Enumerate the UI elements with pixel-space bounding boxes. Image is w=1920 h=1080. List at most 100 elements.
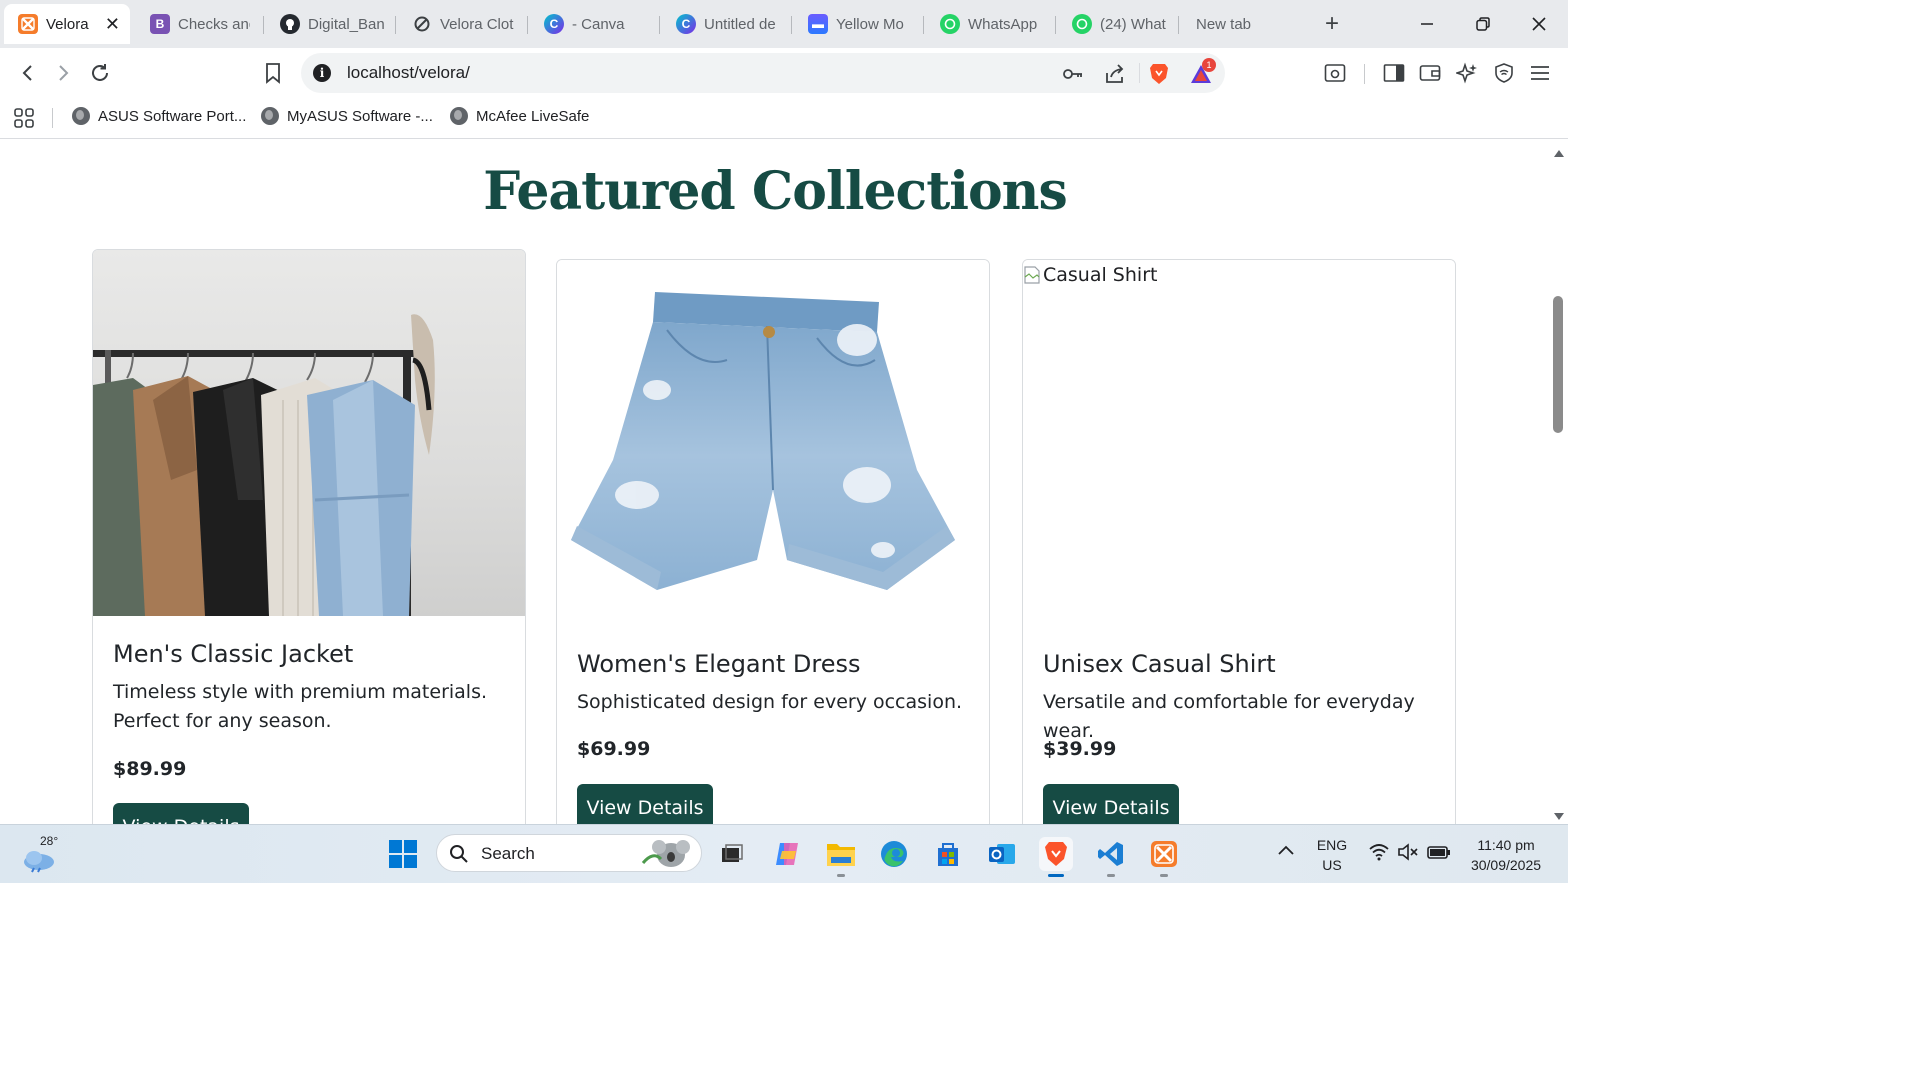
- apps-grid-icon[interactable]: [13, 107, 35, 134]
- view-details-button[interactable]: View Details: [1043, 784, 1179, 824]
- windows-start-icon[interactable]: [386, 837, 420, 871]
- page-viewport: Featured Collections Men's Classic Jacke…: [0, 139, 1550, 824]
- brave-taskbar-icon[interactable]: [1039, 837, 1073, 871]
- product-price: $39.99: [1043, 738, 1117, 760]
- wifi-icon[interactable]: [1368, 843, 1390, 866]
- screenshot-icon[interactable]: [1323, 61, 1347, 85]
- tab-yellow[interactable]: ▬ Yellow Mo: [794, 4, 922, 44]
- view-details-button[interactable]: View Details: [113, 803, 249, 824]
- bookmark-asus-software[interactable]: ASUS Software Port...: [72, 107, 246, 125]
- globe-icon: [450, 107, 468, 125]
- tab-untitled-design[interactable]: C Untitled de: [662, 4, 790, 44]
- clock[interactable]: 11:40 pm 30/09/2025: [1462, 835, 1550, 875]
- close-tab-icon[interactable]: ✕: [105, 14, 120, 35]
- close-window-button[interactable]: [1523, 8, 1555, 40]
- vpn-shield-icon[interactable]: [1492, 61, 1516, 85]
- leo-ai-icon[interactable]: [1455, 61, 1479, 85]
- denim-shorts-photo: [557, 260, 989, 626]
- product-title: Unisex Casual Shirt: [1043, 650, 1276, 678]
- menu-icon[interactable]: [1528, 61, 1552, 85]
- clock-time: 11:40 pm: [1477, 837, 1535, 853]
- broken-image-icon: [1024, 266, 1040, 284]
- address-url[interactable]: localhost/velora/: [347, 63, 470, 83]
- tab-label: WhatsApp: [968, 15, 1038, 33]
- minimize-button[interactable]: [1411, 8, 1443, 40]
- xampp-icon: [18, 14, 38, 34]
- product-price: $69.99: [577, 738, 651, 760]
- product-price: $89.99: [113, 758, 187, 780]
- battery-icon[interactable]: [1427, 844, 1451, 865]
- product-description: Sophisticated design for every occasion.: [577, 691, 963, 713]
- bootstrap-icon: B: [150, 14, 170, 34]
- language-code: ENG: [1316, 837, 1348, 853]
- outlook-icon[interactable]: [985, 837, 1019, 871]
- canva-icon: C: [676, 14, 696, 34]
- clothes-rack-photo: [93, 250, 525, 616]
- keyboard-layout: US: [1322, 857, 1342, 873]
- product-card-dress: Women's Elegant Dress Sophisticated desi…: [556, 259, 990, 824]
- forward-button[interactable]: [48, 58, 78, 88]
- search-placeholder: Search: [481, 844, 535, 863]
- tab-label: Velora: [46, 15, 89, 33]
- share-icon[interactable]: [1103, 62, 1127, 86]
- back-button[interactable]: [13, 58, 43, 88]
- bookmark-label: ASUS Software Port...: [98, 107, 247, 125]
- tab-whatsapp-2[interactable]: (24) Whats: [1058, 4, 1176, 44]
- vscode-icon[interactable]: [1094, 837, 1128, 871]
- site-info-icon[interactable]: i: [313, 64, 331, 82]
- scrollbar-thumb[interactable]: [1553, 296, 1563, 433]
- bookmark-label: McAfee LiveSafe: [476, 107, 590, 125]
- file-explorer-icon[interactable]: [824, 837, 858, 871]
- edge-icon[interactable]: [877, 837, 911, 871]
- whatsapp-icon: [1072, 14, 1092, 34]
- copilot-icon[interactable]: [770, 837, 804, 871]
- tab-label: New tab: [1196, 15, 1252, 33]
- tab-new-tab[interactable]: New tab: [1182, 4, 1302, 44]
- task-view-icon[interactable]: [715, 837, 749, 871]
- brave-shields-icon[interactable]: [1147, 62, 1171, 86]
- address-bar[interactable]: i localhost/velora/: [301, 53, 1225, 93]
- product-card-shirt: Casual Shirt Unisex Casual Shirt Versati…: [1022, 259, 1456, 824]
- tab-strip: Velora ✕ B Checks and Digital_Ban Velora…: [0, 0, 1568, 48]
- new-tab-button[interactable]: +: [1318, 10, 1346, 38]
- broken-image: Casual Shirt: [1023, 260, 1455, 626]
- tab-label: Untitled de: [704, 15, 776, 33]
- product-title: Men's Classic Jacket: [113, 640, 354, 668]
- microsoft-store-icon[interactable]: [931, 837, 965, 871]
- tab-whatsapp[interactable]: WhatsApp: [926, 4, 1054, 44]
- velora-icon: [412, 14, 432, 34]
- tab-label: Velora Clot: [440, 15, 514, 33]
- volume-muted-icon[interactable]: [1397, 843, 1419, 866]
- tab-velora[interactable]: Velora ✕: [4, 4, 130, 44]
- key-icon[interactable]: [1061, 62, 1085, 86]
- language-indicator[interactable]: ENG US: [1312, 835, 1352, 875]
- tab-github[interactable]: Digital_Ban: [266, 4, 394, 44]
- show-hidden-icons[interactable]: [1277, 843, 1295, 862]
- weather-widget[interactable]: 28°: [20, 834, 64, 874]
- browser-toolbar: i localhost/velora/ 1: [0, 48, 1568, 98]
- weather-temp: 28°: [40, 834, 59, 848]
- github-icon: [280, 14, 300, 34]
- bookmark-icon[interactable]: [258, 58, 288, 88]
- bookmarks-bar: ASUS Software Port... MyASUS Software -.…: [0, 98, 1568, 139]
- tab-label: - Canva: [572, 15, 625, 33]
- tab-canva[interactable]: C - Canva: [530, 4, 658, 44]
- scroll-up-icon[interactable]: [1553, 145, 1565, 163]
- reload-button[interactable]: [85, 58, 115, 88]
- sidebar-icon[interactable]: [1382, 61, 1406, 85]
- taskbar-search[interactable]: Search: [436, 834, 702, 872]
- bookmark-myasus[interactable]: MyASUS Software -...: [261, 107, 433, 125]
- view-details-button[interactable]: View Details: [577, 784, 713, 824]
- tab-label: (24) Whats: [1100, 15, 1166, 33]
- restore-button[interactable]: [1467, 8, 1499, 40]
- tab-checks[interactable]: B Checks and: [136, 4, 260, 44]
- broken-image-alt: Casual Shirt: [1023, 264, 1157, 286]
- page-scrollbar[interactable]: [1550, 139, 1568, 824]
- whatsapp-icon: [940, 14, 960, 34]
- tab-label: Digital_Ban: [308, 15, 384, 33]
- xampp-taskbar-icon[interactable]: [1147, 837, 1181, 871]
- product-card-jacket: Men's Classic Jacket Timeless style with…: [92, 249, 526, 824]
- bookmark-mcafee[interactable]: McAfee LiveSafe: [450, 107, 589, 125]
- tab-velora-clothing[interactable]: Velora Clot: [398, 4, 526, 44]
- wallet-icon[interactable]: [1418, 61, 1442, 85]
